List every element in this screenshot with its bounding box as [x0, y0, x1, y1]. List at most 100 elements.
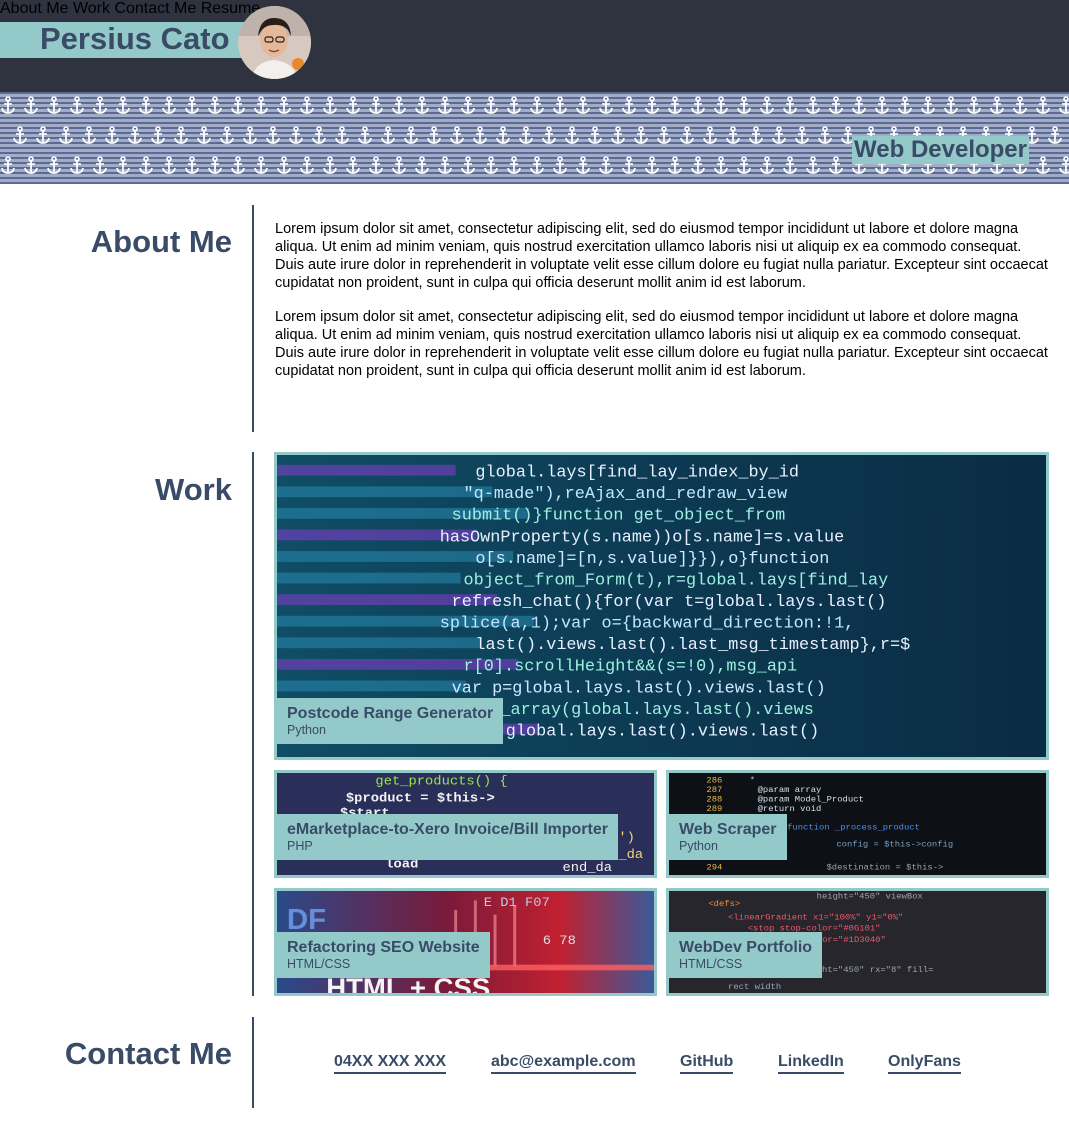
svg-text:@param array: @param array: [758, 785, 822, 795]
svg-text:@return void: @return void: [758, 804, 822, 814]
anchor-icon: [1036, 96, 1050, 114]
nav-contact-me[interactable]: Contact Me: [114, 0, 196, 17]
anchor-icon: [967, 96, 981, 114]
work-section-title: Work: [155, 472, 232, 507]
svg-text:$destination = $this->: $destination = $this->: [826, 862, 943, 872]
anchor-icon: [162, 156, 176, 174]
svg-text:config = $this->config: config = $this->config: [836, 840, 953, 850]
code-line: var p=global.lays.last().views.last(): [452, 679, 826, 698]
anchor-icon: [105, 126, 119, 144]
anchor-icon: [588, 126, 602, 144]
anchor-icon: [185, 96, 199, 114]
anchor-icon: [36, 126, 50, 144]
anchor-icon: [254, 156, 268, 174]
anchor-icon: [450, 126, 464, 144]
anchor-icon: [82, 126, 96, 144]
anchor-icon: [783, 156, 797, 174]
anchor-icon: [691, 96, 705, 114]
anchor-icon: [634, 126, 648, 144]
anchor-icon: [461, 96, 475, 114]
project-title: Postcode Range Generator: [287, 705, 494, 722]
code-line: last().views.last().last_msg_timestamp},…: [475, 636, 910, 655]
anchor-icon: [300, 156, 314, 174]
project-card-web-scraper[interactable]: 286 287 288 289 * @param array @param Mode…: [666, 770, 1049, 878]
anchor-icon: [553, 96, 567, 114]
anchor-icon: [254, 96, 268, 114]
code-line: "q-made"),reAjax_and_redraw_view: [464, 485, 788, 504]
anchor-icon: [277, 96, 291, 114]
anchor-icon: [645, 96, 659, 114]
project-tech: HTML/CSS: [679, 957, 743, 971]
anchor-icon: [829, 156, 843, 174]
svg-text:294: 294: [706, 862, 722, 872]
anchor-icon: [323, 156, 337, 174]
job-title-tagline: Web Developer: [852, 136, 1029, 164]
contact-linkedin-link[interactable]: LinkedIn: [778, 1052, 844, 1074]
project-card-postcode[interactable]: global.lays[find_lay_index_by_id "q-made"…: [274, 452, 1049, 760]
site-header: Persius Cato About Me Work Contact Me Re…: [0, 0, 1069, 92]
anchor-icon: [93, 156, 107, 174]
contact-email-link[interactable]: abc@example.com: [491, 1052, 636, 1074]
code-line: refresh_chat(){for(var t=global.lays.las…: [452, 593, 887, 612]
anchor-icon: [162, 96, 176, 114]
anchor-icon: [553, 156, 567, 174]
code-line: o[s.name]=[n,s.value]}}),o}function: [475, 550, 829, 569]
anchor-icon: [599, 156, 613, 174]
anchor-icon: [231, 96, 245, 114]
anchor-icon: [599, 96, 613, 114]
svg-text:288: 288: [706, 794, 722, 804]
anchor-icon: [381, 126, 395, 144]
anchor-icon: [484, 156, 498, 174]
anchor-icon: [714, 156, 728, 174]
anchor-icon: [772, 126, 786, 144]
site-owner-name: Persius Cato: [40, 21, 230, 56]
anchor-icon: [1048, 126, 1062, 144]
project-tech: Python: [287, 723, 326, 737]
code-line: hasOwnProperty(s.name))o[s.name]=s.value: [440, 528, 844, 547]
contact-github-link[interactable]: GitHub: [680, 1052, 734, 1074]
anchor-icon: [829, 96, 843, 114]
svg-text:@param Model_Product: @param Model_Product: [758, 794, 864, 804]
anchor-icon: [231, 156, 245, 174]
anchor-icon: [392, 96, 406, 114]
anchor-icon: [576, 96, 590, 114]
anchor-icon: [657, 126, 671, 144]
anchor-icon: [13, 126, 27, 144]
anchor-icon: [427, 126, 441, 144]
project-card-seo-website[interactable]: DF E D1 F07 6 78 HTML + CSS Refactoring …: [274, 888, 657, 996]
project-card-xero-importer[interactable]: get_products() { $product = $this-> $sta…: [274, 770, 657, 878]
anchor-icon: [47, 96, 61, 114]
anchor-icon: [726, 126, 740, 144]
anchor-icon: [1, 96, 15, 114]
anchor-icon: [990, 96, 1004, 114]
anchor-icon: [611, 126, 625, 144]
anchor-icon: [243, 126, 257, 144]
anchor-icon: [197, 126, 211, 144]
code-line: object_from_Form(t),r=global.lays[find_l…: [464, 572, 889, 591]
contact-phone-link[interactable]: 04XX XXX XXX: [334, 1052, 447, 1074]
anchor-icon: [128, 126, 142, 144]
anchor-icon: [496, 126, 510, 144]
anchor-icon: [852, 96, 866, 114]
svg-text:<linearGradient x1="100%" y1=": <linearGradient x1="100%" y1="0%": [728, 912, 903, 922]
anchor-icon: [1036, 156, 1050, 174]
anchor-icon: [519, 126, 533, 144]
anchor-icon: [576, 156, 590, 174]
project-card-webdev-portfolio[interactable]: <defs> height="450" viewBox <linearGradi…: [666, 888, 1049, 996]
anchor-icon: [507, 96, 521, 114]
anchor-icon: [921, 96, 935, 114]
anchor-icon: [277, 156, 291, 174]
anchor-icon: [542, 126, 556, 144]
anchor-icon: [714, 96, 728, 114]
nav-work[interactable]: Work: [73, 0, 110, 17]
anchor-icon: [312, 126, 326, 144]
project-title: Web Scraper: [679, 821, 777, 838]
anchor-icon: [415, 96, 429, 114]
avatar-photo: [238, 6, 311, 79]
anchor-icon: [818, 126, 832, 144]
project-caption: Web Scraper Python: [669, 814, 787, 860]
anchor-icon: [1013, 96, 1027, 114]
contact-onlyfans-link[interactable]: OnlyFans: [888, 1052, 961, 1074]
nav-about-me[interactable]: About Me: [0, 0, 68, 17]
project-caption: WebDev Portfolio HTML/CSS: [669, 932, 823, 978]
